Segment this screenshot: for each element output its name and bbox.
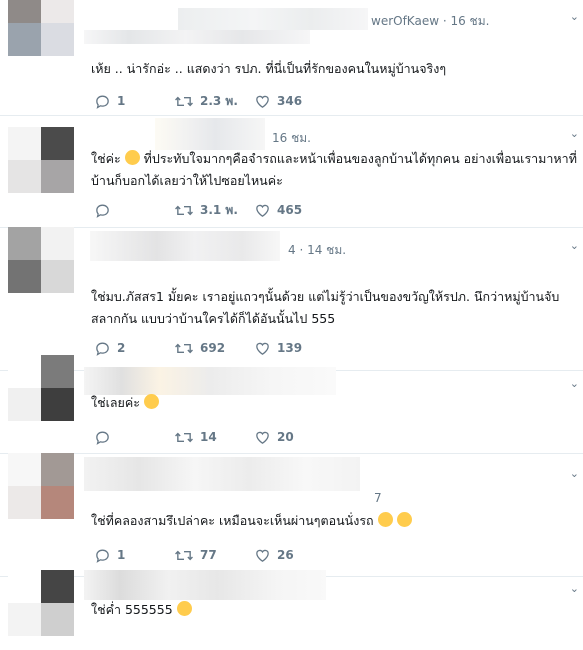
grinning-squinting-emoji <box>176 601 192 616</box>
tweet: ⌄ ใช่เลยค่ะ 14 20 <box>0 355 583 454</box>
tweet-actions: 14 20 <box>94 427 394 447</box>
tweet-text: ใช่ค่ำ 555555 <box>91 599 579 621</box>
tweet: werOfKaew · 16 ชม. ⌄ เห้ย .. น่ารักอ่ะ .… <box>0 0 583 116</box>
user-handle[interactable]: 4 <box>288 243 296 257</box>
face-with-rolling-eyes-emoji <box>124 150 140 165</box>
chevron-down-icon[interactable]: ⌄ <box>570 467 579 480</box>
avatar[interactable] <box>8 355 74 421</box>
tweet-actions: 1 2.3 พ. 346 <box>94 91 394 111</box>
tears-of-joy-emoji <box>377 512 393 527</box>
tweet-text: ใช่เลยค่ะ <box>91 392 579 414</box>
avatar[interactable] <box>8 570 74 636</box>
avatar[interactable] <box>8 227 74 293</box>
avatar[interactable] <box>8 0 74 56</box>
retweet-icon <box>175 550 193 560</box>
blurred-username-2 <box>84 30 310 44</box>
tears-of-joy-emoji <box>396 512 412 527</box>
chevron-down-icon[interactable]: ⌄ <box>570 377 579 390</box>
reply-button[interactable] <box>94 427 117 447</box>
retweet-button[interactable]: 3.1 พ. <box>174 200 238 220</box>
retweet-icon <box>175 432 193 442</box>
reply-button[interactable]: 1 <box>94 91 125 111</box>
tweet-text-part: ใช่ค่ะ <box>91 151 121 166</box>
tweet-text: เห้ย .. น่ารักอ่ะ .. แสดงว่า รปภ. ที่นี่… <box>91 61 447 76</box>
chevron-down-icon[interactable]: ⌄ <box>570 10 579 23</box>
tweet-text: ใช่ที่คลองสามรึเปล่าคะ เหมือนจะเห็นผ่านๆ… <box>91 510 579 532</box>
blurred-username[interactable] <box>155 118 265 150</box>
tweet-text: ใช่มบ.ภัสสร1 มั้ยคะ เราอยู่แถวๆนั้นด้วย … <box>91 289 560 326</box>
heart-icon <box>256 549 269 562</box>
like-count: 20 <box>277 430 294 444</box>
avatar[interactable] <box>8 453 74 519</box>
reply-count: 1 <box>117 548 126 562</box>
user-handle[interactable]: 7 <box>374 491 382 505</box>
tweet: 4 · 14 ชม. ⌄ ใช่มบ.ภัสสร1 มั้ยคะ เราอยู่… <box>0 227 583 371</box>
retweet-count: 692 <box>200 341 226 355</box>
tweet: 16 ชม. ⌄ ใช่ค่ะ ที่ประทับใจมากๆคือจำรถแล… <box>0 115 583 228</box>
like-count: 465 <box>277 203 303 217</box>
tweet-text-part: ใช่ค่ำ 555555 <box>91 602 173 617</box>
tears-of-joy-emoji <box>143 394 159 409</box>
retweet-icon <box>175 343 193 353</box>
heart-icon <box>256 342 269 355</box>
blurred-username[interactable] <box>84 367 336 395</box>
reply-count: 1 <box>117 94 126 108</box>
tweet-timestamp[interactable]: 16 ชม. <box>272 131 311 145</box>
chevron-down-icon[interactable]: ⌄ <box>570 239 579 252</box>
tweet-actions: 3.1 พ. 465 <box>94 200 394 220</box>
like-button[interactable]: 346 <box>254 91 302 111</box>
blurred-username[interactable] <box>84 570 326 600</box>
retweet-button[interactable]: 77 <box>174 545 217 565</box>
retweet-count: 3.1 พ. <box>200 202 238 217</box>
tweet-actions: 1 77 26 <box>94 545 394 565</box>
blurred-username[interactable] <box>178 8 368 30</box>
chevron-down-icon[interactable]: ⌄ <box>570 582 579 595</box>
like-count: 26 <box>277 548 294 562</box>
tweet: 7 ⌄ ใช่ที่คลองสามรึเปล่าคะ เหมือนจะเห็นผ… <box>0 453 583 577</box>
heart-icon <box>256 431 269 444</box>
blurred-username[interactable] <box>90 231 280 261</box>
avatar[interactable] <box>8 127 74 193</box>
tweet: ⌄ ใช่ค่ำ 555555 <box>0 570 583 650</box>
tweet-text-part: ใช่ที่คลองสามรึเปล่าคะ เหมือนจะเห็นผ่านๆ… <box>91 513 374 528</box>
like-count: 346 <box>277 94 303 108</box>
tweet-text-part: ที่ประทับใจมากๆคือจำรถและหน้าเพื่อนของลู… <box>91 151 577 188</box>
tweet-timestamp[interactable]: · 16 ชม. <box>443 14 490 28</box>
reply-icon <box>96 204 109 218</box>
user-handle[interactable]: werOfKaew <box>371 14 439 28</box>
retweet-count: 14 <box>200 430 217 444</box>
reply-button[interactable]: 1 <box>94 545 125 565</box>
like-button[interactable]: 465 <box>254 200 302 220</box>
reply-count: 2 <box>117 341 126 355</box>
retweet-count: 2.3 พ. <box>200 93 238 108</box>
retweet-button[interactable]: 14 <box>174 427 217 447</box>
reply-button[interactable] <box>94 200 117 220</box>
tweet-text: ใช่ค่ะ ที่ประทับใจมากๆคือจำรถและหน้าเพื่… <box>91 148 579 192</box>
chevron-down-icon[interactable]: ⌄ <box>570 127 579 140</box>
heart-icon <box>256 204 269 217</box>
like-button[interactable]: 26 <box>254 545 294 565</box>
blurred-username[interactable] <box>84 457 360 491</box>
heart-icon <box>256 95 269 108</box>
reply-icon <box>96 95 109 109</box>
retweet-count: 77 <box>200 548 217 562</box>
retweet-icon <box>175 205 193 215</box>
like-button[interactable]: 20 <box>254 427 294 447</box>
like-count: 139 <box>277 341 303 355</box>
tweet-text-part: ใช่เลยค่ะ <box>91 395 140 410</box>
retweet-button[interactable]: 2.3 พ. <box>174 91 238 111</box>
retweet-icon <box>175 96 193 106</box>
reply-icon <box>96 431 109 445</box>
reply-icon <box>96 549 109 563</box>
reply-icon <box>96 342 109 356</box>
tweet-timestamp[interactable]: · 14 ชม. <box>299 243 346 257</box>
